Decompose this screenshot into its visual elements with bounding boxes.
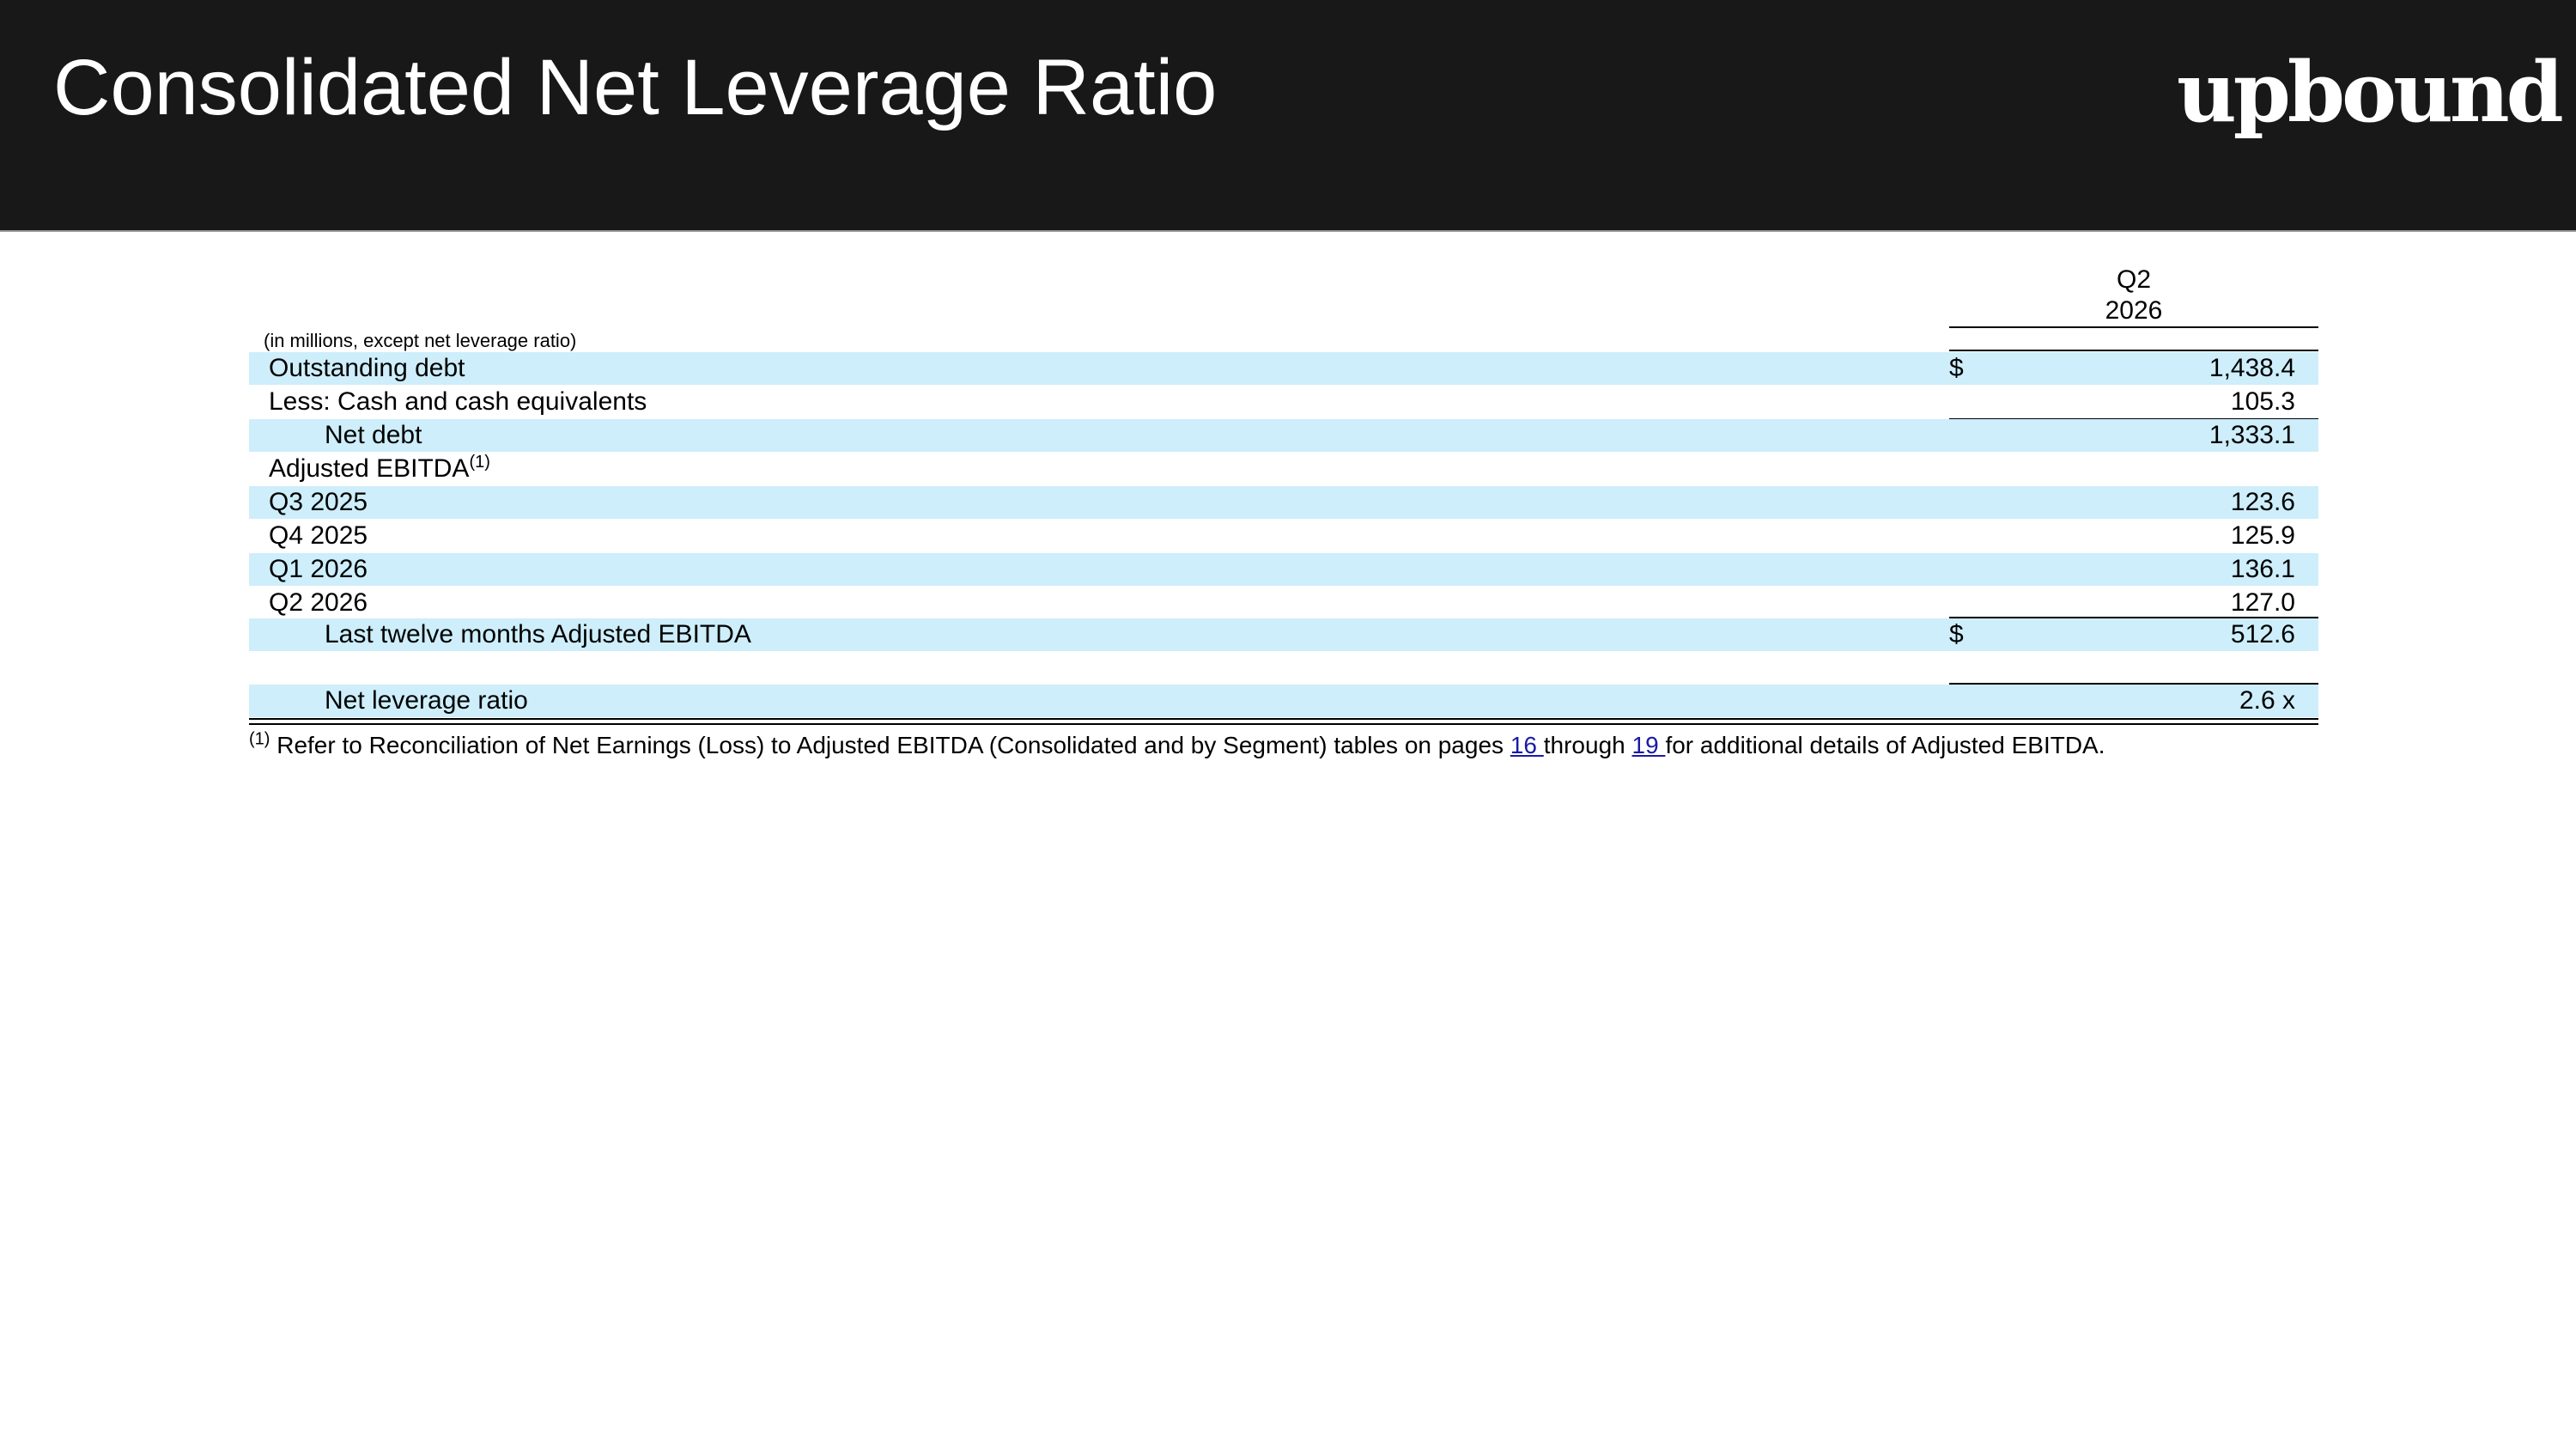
row-label: Q3 2025 [269,488,368,516]
page-title: Consolidated Net Leverage Ratio [53,44,1218,131]
row-label: Adjusted EBITDA(1) [269,453,490,485]
footnote-text: for additional details of Adjusted EBITD… [1665,732,2105,758]
footnote: (1) Refer to Reconciliation of Net Earni… [249,728,2105,763]
units-note: (in millions, except net leverage ratio) [264,330,577,351]
row-value: 105.3 [2230,387,2295,416]
table-row-outstanding-debt: Outstanding debt $ 1,438.4 [249,352,2318,385]
row-label: Q1 2026 [269,555,368,583]
header-rule [1949,326,2318,328]
row-currency: $ [1949,620,1964,648]
upbound-logo: upbound [2177,44,2564,141]
row-value: 512.6 [2230,620,2295,648]
column-header-quarter: Q2 [2116,265,2152,294]
table-row-q4-2025: Q4 2025 125.9 [249,520,2318,552]
row-label: Q4 2025 [269,521,368,550]
footnote-marker: (1) [249,729,270,749]
row-value: 1,438.4 [2208,354,2295,382]
row-label-text: Adjusted EBITDA [269,454,470,483]
row-label: Less: Cash and cash equivalents [269,387,647,416]
row-value: 123.6 [2230,488,2295,516]
total-double-rule [249,718,2318,725]
table-row-q2-2026: Q2 2026 127.0 [249,587,2318,619]
row-value: 127.0 [2230,588,2295,617]
row-value: 136.1 [2230,555,2295,583]
footnote-text: Refer to Reconciliation of Net Earnings … [276,732,1510,758]
footnote-marker: (1) [469,453,490,472]
table-row-net-leverage-ratio: Net leverage ratio 2.6 x [249,685,2318,717]
row-value: 2.6 x [2239,686,2295,715]
row-currency: $ [1949,354,1964,382]
header-rule-2 [1949,350,2318,351]
row-label: Net leverage ratio [325,686,528,715]
row-label: Outstanding debt [269,354,465,382]
table-row-adjusted-ebitda-header: Adjusted EBITDA(1) [249,453,2318,485]
table-row-cash: Less: Cash and cash equivalents 105.3 [249,386,2318,418]
table-row-q3-2025: Q3 2025 123.6 [249,486,2318,519]
table-row-net-debt: Net debt 1,333.1 [249,419,2318,452]
page-19-link[interactable]: 19 [1632,732,1666,758]
table-row-q1-2026: Q1 2026 136.1 [249,553,2318,586]
header-bar: Consolidated Net Leverage Ratio upbound [0,0,2576,232]
row-label: Q2 2026 [269,588,368,617]
row-label: Net debt [325,421,422,449]
column-header-year: 2026 [2105,296,2163,325]
footnote-text: through [1543,732,1632,758]
page-16-link[interactable]: 16 [1510,732,1544,758]
row-label: Last twelve months Adjusted EBITDA [325,620,751,648]
table-row-ltm-adjusted-ebitda: Last twelve months Adjusted EBITDA $ 512… [249,618,2318,651]
row-value: 1,333.1 [2208,421,2295,449]
row-value: 125.9 [2230,521,2295,550]
